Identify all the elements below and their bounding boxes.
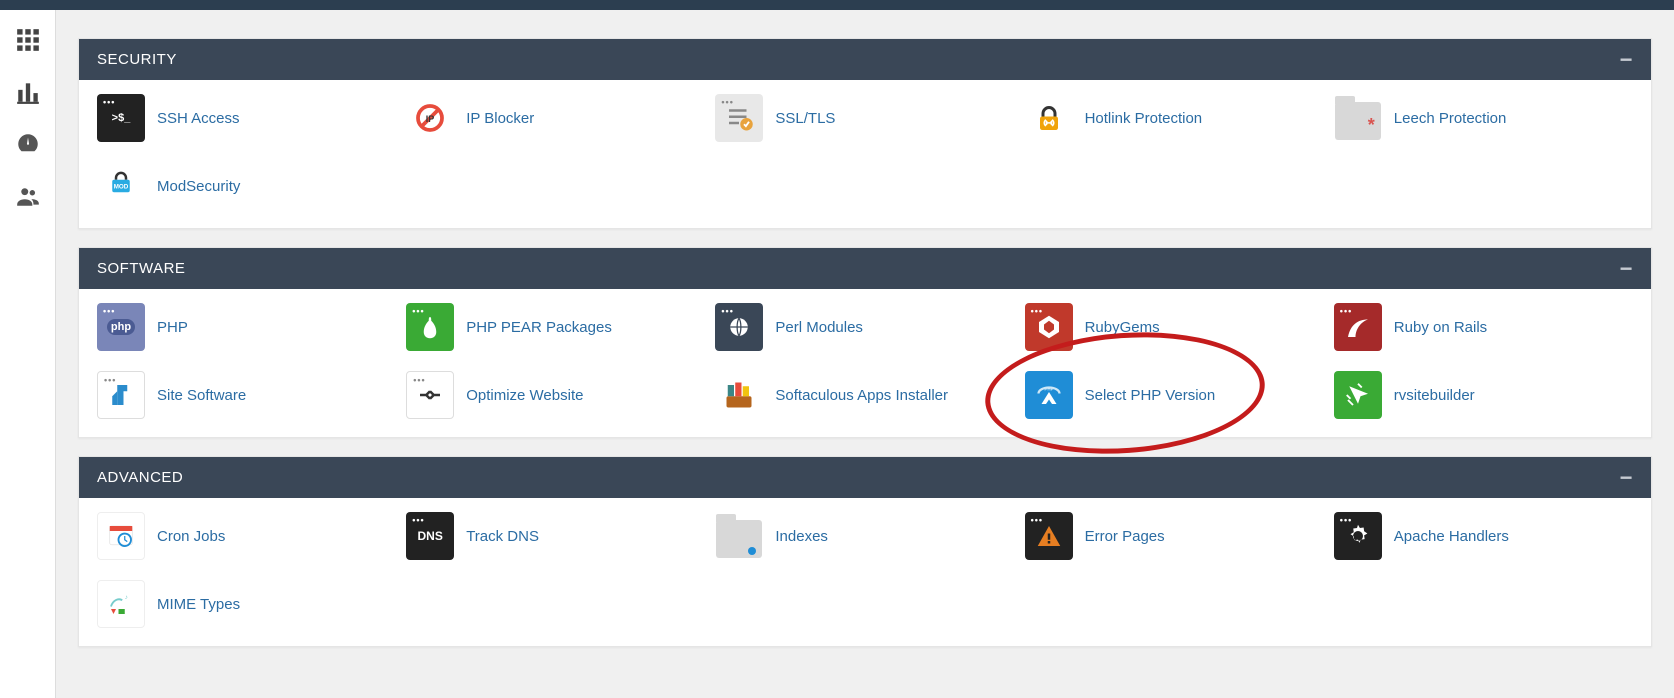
item-track-dns[interactable]: ••• DNS Track DNS: [406, 512, 705, 560]
item-label: Error Pages: [1085, 528, 1165, 545]
rails-icon: •••: [1334, 303, 1382, 351]
main-content: SECURITY − ••• >$_ SSH Access IP IP Bloc…: [56, 10, 1674, 698]
item-label: Softaculous Apps Installer: [775, 387, 948, 404]
rubygems-icon: •••: [1025, 303, 1073, 351]
item-label: Apache Handlers: [1394, 528, 1509, 545]
item-hotlink-protection[interactable]: Hotlink Protection: [1025, 94, 1324, 142]
svg-text:♪: ♪: [125, 594, 128, 601]
item-label: Track DNS: [466, 528, 539, 545]
item-label: PHP: [157, 319, 188, 336]
topbar: [0, 0, 1674, 10]
item-ip-blocker[interactable]: IP IP Blocker: [406, 94, 705, 142]
item-label: rvsitebuilder: [1394, 387, 1475, 404]
section-header-software[interactable]: SOFTWARE −: [79, 248, 1651, 289]
optimize-icon: •••: [406, 371, 454, 419]
leech-icon: *: [1334, 94, 1382, 142]
item-label: Optimize Website: [466, 387, 583, 404]
section-title: SECURITY: [97, 51, 177, 68]
item-label: Leech Protection: [1394, 110, 1507, 127]
nav-users[interactable]: [8, 178, 48, 218]
section-title: ADVANCED: [97, 469, 183, 486]
pear-icon: •••: [406, 303, 454, 351]
item-label: Ruby on Rails: [1394, 319, 1487, 336]
section-security: SECURITY − ••• >$_ SSH Access IP IP Bloc…: [78, 38, 1652, 229]
section-software: SOFTWARE − ••• php PHP ••• PHP PEAR Pa: [78, 247, 1652, 438]
apache-icon: •••: [1334, 512, 1382, 560]
item-label: SSH Access: [157, 110, 240, 127]
item-rvsitebuilder[interactable]: rvsitebuilder: [1334, 371, 1633, 419]
mime-icon: ♪: [97, 580, 145, 628]
collapse-icon: −: [1620, 55, 1633, 65]
ssh-icon: ••• >$_: [97, 94, 145, 142]
dns-icon: ••• DNS: [406, 512, 454, 560]
modsecurity-icon: MOD: [97, 162, 145, 210]
item-label: Hotlink Protection: [1085, 110, 1203, 127]
item-apache-handlers[interactable]: ••• Apache Handlers: [1334, 512, 1633, 560]
item-softaculous[interactable]: Softaculous Apps Installer: [715, 371, 1014, 419]
item-leech-protection[interactable]: * Leech Protection: [1334, 94, 1633, 142]
hotlink-icon: [1025, 94, 1073, 142]
ip-blocker-icon: IP: [406, 94, 454, 142]
item-label: PHP PEAR Packages: [466, 319, 612, 336]
item-label: Select PHP Version: [1085, 387, 1216, 404]
svg-text:PHP: PHP: [1044, 387, 1053, 392]
section-header-advanced[interactable]: ADVANCED −: [79, 457, 1651, 498]
php-icon: ••• php: [97, 303, 145, 351]
item-ruby-on-rails[interactable]: ••• Ruby on Rails: [1334, 303, 1633, 351]
dashboard-icon: [15, 131, 41, 162]
nav-dashboard[interactable]: [8, 126, 48, 166]
select-php-icon: PHP: [1025, 371, 1073, 419]
item-ssl-tls[interactable]: ••• SSL/TLS: [715, 94, 1014, 142]
cron-icon: [97, 512, 145, 560]
rvsitebuilder-icon: [1334, 371, 1382, 419]
collapse-icon: −: [1620, 264, 1633, 274]
ssl-tls-icon: •••: [715, 94, 763, 142]
error-pages-icon: •••: [1025, 512, 1073, 560]
site-software-icon: •••: [97, 371, 145, 419]
item-error-pages[interactable]: ••• Error Pages: [1025, 512, 1324, 560]
item-cron-jobs[interactable]: Cron Jobs: [97, 512, 396, 560]
collapse-icon: −: [1620, 473, 1633, 483]
item-optimize-website[interactable]: ••• Optimize Website: [406, 371, 705, 419]
item-label: RubyGems: [1085, 319, 1160, 336]
section-title: SOFTWARE: [97, 260, 185, 277]
section-header-security[interactable]: SECURITY −: [79, 39, 1651, 80]
item-label: ModSecurity: [157, 178, 240, 195]
nav-apps[interactable]: [8, 22, 48, 62]
svg-text:MOD: MOD: [114, 184, 129, 191]
section-advanced: ADVANCED − Cron Jobs ••• DNS Track DNS: [78, 456, 1652, 647]
indexes-icon: [715, 512, 763, 560]
item-label: Site Software: [157, 387, 246, 404]
item-label: Perl Modules: [775, 319, 863, 336]
item-label: MIME Types: [157, 596, 240, 613]
users-icon: [15, 183, 41, 214]
item-ssh-access[interactable]: ••• >$_ SSH Access: [97, 94, 396, 142]
item-php-pear[interactable]: ••• PHP PEAR Packages: [406, 303, 705, 351]
item-rubygems[interactable]: ••• RubyGems: [1025, 303, 1324, 351]
item-label: Indexes: [775, 528, 828, 545]
apps-icon: [15, 27, 41, 58]
item-site-software[interactable]: ••• Site Software: [97, 371, 396, 419]
item-label: IP Blocker: [466, 110, 534, 127]
softaculous-icon: [715, 371, 763, 419]
item-indexes[interactable]: Indexes: [715, 512, 1014, 560]
item-php[interactable]: ••• php PHP: [97, 303, 396, 351]
item-mime-types[interactable]: ♪ MIME Types: [97, 580, 396, 628]
svg-text:IP: IP: [426, 114, 435, 124]
item-label: SSL/TLS: [775, 110, 835, 127]
nav-stats[interactable]: [8, 74, 48, 114]
item-label: Cron Jobs: [157, 528, 225, 545]
stats-icon: [15, 79, 41, 110]
perl-icon: •••: [715, 303, 763, 351]
item-perl-modules[interactable]: ••• Perl Modules: [715, 303, 1014, 351]
item-select-php-version[interactable]: PHP Select PHP Version: [1025, 371, 1324, 419]
sidebar: [0, 10, 56, 698]
item-modsecurity[interactable]: MOD ModSecurity: [97, 162, 396, 210]
